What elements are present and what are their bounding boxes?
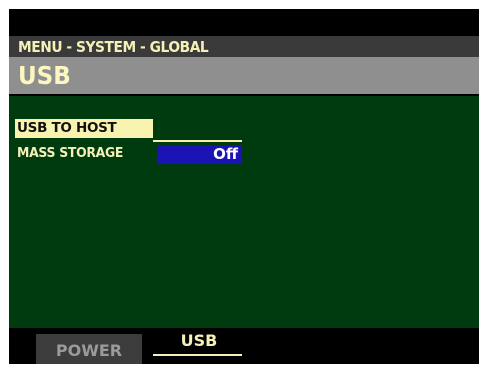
- mass-storage-label: MASS STORAGE: [17, 145, 124, 161]
- page-title: USB: [18, 61, 71, 90]
- tab-usb[interactable]: USB: [151, 328, 247, 364]
- usb-to-host-underline: [153, 140, 242, 142]
- settings-panel: USB TO HOST MASS STORAGE Off: [9, 96, 479, 328]
- mass-storage-value[interactable]: Off: [157, 145, 242, 164]
- menu-path-bar: MENU - SYSTEM - GLOBAL: [9, 36, 479, 57]
- usb-to-host-item[interactable]: USB TO HOST: [15, 119, 153, 138]
- tab-usb-underline: [153, 354, 242, 356]
- menu-path: MENU - SYSTEM - GLOBAL: [18, 38, 209, 56]
- lcd-screen: MENU - SYSTEM - GLOBAL USB USB TO HOST M…: [9, 9, 479, 364]
- tab-power[interactable]: POWER: [36, 334, 142, 364]
- title-bar: USB: [9, 57, 479, 94]
- tab-bar: POWER USB: [9, 328, 479, 364]
